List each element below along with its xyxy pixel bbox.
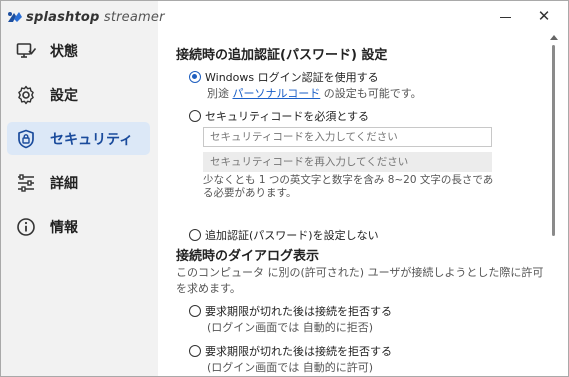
security-code-hint: 少なくとも 1 つの英文字と数字を含み 8~20 文字の長さである必要があります… — [203, 174, 494, 199]
scroll-up-arrow-icon[interactable] — [550, 35, 558, 40]
shield-lock-icon — [15, 128, 37, 150]
radio-no-auth[interactable]: 追加認証(パスワード)を設定しない — [189, 227, 379, 243]
radio-label: 追加認証(パスワード)を設定しない — [205, 229, 379, 242]
sidebar-item-status[interactable]: 状態 — [7, 34, 150, 67]
radio-button[interactable] — [189, 305, 201, 317]
sidebar-item-details[interactable]: 詳細 — [7, 166, 150, 199]
radio-label: 要求期限が切れた後は接続を拒否する — [205, 345, 392, 358]
radio-label: 要求期限が切れた後は接続を拒否する — [205, 305, 392, 318]
radio-deny-expired-1[interactable]: 要求期限が切れた後は接続を拒否する — [189, 303, 392, 319]
dialog-option-subtext: (ログイン画面では 自動的に拒否) — [207, 321, 374, 334]
security-panel: 接続時の追加認証(パスワード) 設定 Windows ログイン認証を使用する 別… — [158, 1, 568, 376]
sidebar-item-settings[interactable]: 設定 — [7, 78, 150, 111]
radio-deny-expired-2[interactable]: 要求期限が切れた後は接続を拒否する — [189, 343, 392, 359]
radio-button[interactable] — [189, 345, 201, 357]
sliders-icon — [15, 172, 37, 194]
radio-label: セキュリティコードを必須とする — [205, 110, 370, 123]
radio-label: Windows ログイン認証を使用する — [205, 71, 379, 84]
security-code-confirm-input[interactable] — [203, 152, 492, 172]
sidebar-item-label: 情報 — [50, 219, 78, 236]
dialog-option-subtext: (ログイン画面では 自動的に許可) — [207, 361, 374, 374]
app-title: splashtop streamer — [26, 9, 165, 25]
sidebar-item-label: セキュリティ — [50, 131, 134, 148]
sidebar-item-label: 詳細 — [50, 175, 78, 192]
app-window: splashtop streamer 状態 設定 セキュリティ 詳細 情報 ✕ … — [0, 0, 569, 377]
sidebar-item-info[interactable]: 情報 — [7, 210, 150, 243]
radio-security-code[interactable]: セキュリティコードを必須とする — [189, 108, 369, 124]
radio-button[interactable] — [189, 110, 201, 122]
sidebar-item-security[interactable]: セキュリティ — [7, 122, 150, 155]
sidebar: splashtop streamer 状態 設定 セキュリティ 詳細 情報 — [1, 1, 164, 376]
radio-button[interactable] — [189, 229, 201, 241]
splashtop-logo-icon — [8, 12, 22, 22]
scroll-thumb[interactable] — [552, 45, 555, 236]
sidebar-item-label: 状態 — [50, 43, 78, 60]
security-code-input[interactable] — [203, 127, 492, 147]
radio-windows-login[interactable]: Windows ログイン認証を使用する — [189, 69, 379, 85]
dialog-section-title: 接続時のダイアログ表示 — [176, 249, 320, 264]
windows-login-subtext: 別途 パーソナルコード の設定も可能です。 — [207, 87, 422, 100]
sidebar-item-label: 設定 — [50, 87, 78, 104]
app-logo: splashtop streamer — [7, 7, 165, 27]
status-monitor-icon — [15, 40, 37, 62]
auth-section-title: 接続時の追加認証(パスワード) 設定 — [176, 48, 388, 63]
dialog-description: このコンピュータ に別の(許可された) ユーザが接続しようとした際に許可を求めま… — [176, 266, 544, 295]
sidebar-nav: 状態 設定 セキュリティ 詳細 情報 — [7, 34, 150, 254]
gear-icon — [15, 84, 37, 106]
personal-code-link[interactable]: パーソナルコード — [233, 87, 321, 100]
vertical-scrollbar[interactable] — [549, 35, 559, 375]
radio-button[interactable] — [189, 71, 201, 83]
info-icon — [15, 216, 37, 238]
